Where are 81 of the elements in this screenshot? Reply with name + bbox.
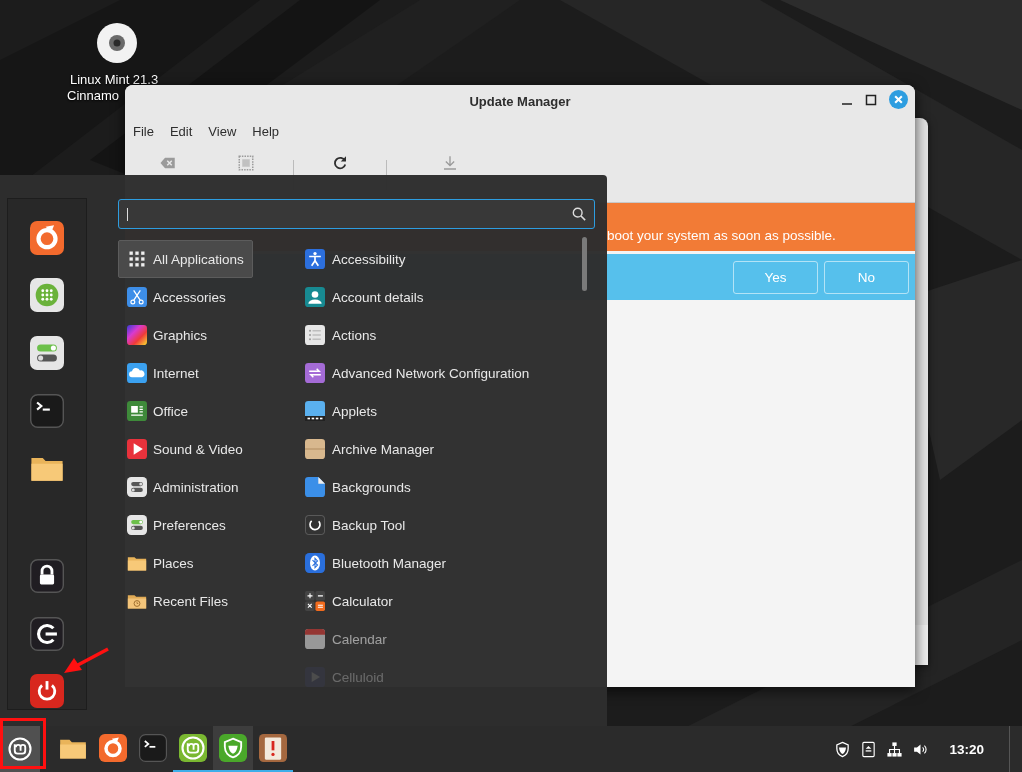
menu-item[interactable]: File (133, 123, 161, 139)
favorite-button[interactable] (29, 392, 65, 429)
play-icon (305, 667, 325, 687)
scissors-icon (127, 287, 147, 307)
cloud-icon (127, 363, 147, 383)
terminal-icon (30, 393, 64, 428)
toggle-switches-icon (127, 515, 147, 535)
category-item[interactable]: Graphics (118, 316, 217, 354)
mint-logo-icon (179, 734, 207, 762)
category-item[interactable]: Places (118, 544, 203, 582)
document-icon (127, 401, 147, 421)
calculator-icon (305, 591, 325, 611)
app-item[interactable]: Bluetooth Manager (296, 544, 456, 582)
maximize-icon[interactable] (865, 93, 877, 106)
app-item[interactable]: Calendar (296, 620, 396, 658)
app-item[interactable]: Advanced Network Configuration (296, 354, 539, 392)
network-icon[interactable] (886, 740, 904, 758)
menu-item[interactable]: View (208, 123, 244, 139)
clock[interactable]: 13:20 (949, 741, 984, 757)
terminal-icon (139, 734, 167, 762)
menu-item[interactable]: Edit (169, 123, 200, 139)
favorite-button[interactable] (29, 335, 65, 371)
text-cursor (127, 207, 128, 221)
grid-icon (127, 249, 147, 269)
app-item[interactable]: Backup Tool (296, 506, 415, 544)
shield-icon (219, 734, 247, 762)
scrollbar-thumb[interactable] (582, 237, 587, 291)
app-item[interactable]: Actions (296, 316, 386, 354)
logout-icon (30, 616, 64, 651)
shield-icon[interactable] (834, 740, 852, 758)
favorite-button[interactable] (29, 558, 65, 594)
app-item[interactable]: Archive Manager (296, 430, 444, 468)
category-item[interactable]: Office (118, 392, 197, 430)
search-field[interactable] (118, 199, 595, 229)
highlight-frame (0, 718, 46, 769)
lock-icon (30, 558, 64, 593)
refresh-icon[interactable] (331, 154, 349, 172)
power-icon (30, 674, 64, 709)
play-icon (127, 439, 147, 459)
category-item[interactable]: Internet (118, 354, 208, 392)
mint-logo-icon (6, 735, 34, 763)
category-item[interactable]: Preferences (118, 506, 235, 544)
category-item[interactable]: Accessories (118, 278, 235, 316)
toggle-switches-icon (30, 336, 64, 371)
app-item[interactable]: Backgrounds (296, 468, 420, 506)
toggle-switches-icon (127, 477, 147, 497)
category-item[interactable]: Administration (118, 468, 248, 506)
desktop-icon-label: Linux Mint 21.3 (69, 72, 159, 88)
category-item[interactable]: Sound & Video (118, 430, 252, 468)
grid-app-icon (30, 278, 64, 313)
eject-icon[interactable] (860, 740, 878, 758)
search-icon[interactable] (572, 207, 586, 221)
window-title: Update Manager (469, 93, 571, 109)
color-gradient-icon (127, 325, 147, 345)
list-icon (305, 325, 325, 345)
browser-icon (99, 734, 127, 762)
image-file-icon (305, 477, 325, 497)
box-icon (305, 439, 325, 459)
favorite-button[interactable] (29, 220, 65, 256)
calendar-icon (305, 629, 325, 649)
arrows-icon (305, 363, 325, 383)
close-icon[interactable] (889, 90, 908, 109)
taskbar-launcher[interactable] (213, 726, 253, 772)
bluetooth-icon (305, 553, 325, 573)
menu-item[interactable]: Help (252, 123, 287, 139)
favorite-button[interactable] (29, 277, 65, 314)
favorite-button[interactable] (29, 673, 65, 709)
category-item[interactable]: All Applications (118, 240, 253, 278)
app-item[interactable]: Applets (296, 392, 387, 430)
browser-icon (30, 220, 64, 255)
pointer-arrow (62, 646, 110, 676)
app-item[interactable]: Account details (296, 278, 433, 316)
desktop-icon-label: Cinnamo (67, 88, 121, 104)
category-item[interactable]: Recent Files (118, 582, 238, 620)
clipboard-alert-icon (259, 734, 287, 762)
favorite-button[interactable] (29, 615, 65, 652)
accessibility-icon (305, 249, 325, 269)
app-item[interactable]: Calculator (296, 582, 402, 620)
disc-icon[interactable] (96, 22, 138, 64)
panel-icon (305, 401, 325, 421)
user-icon (305, 287, 325, 307)
